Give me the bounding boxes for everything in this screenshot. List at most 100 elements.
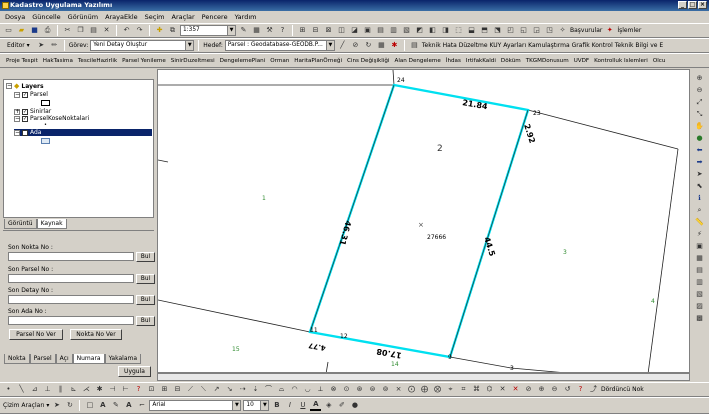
cad-ah-icon[interactable]: ⌗ [458, 384, 469, 395]
cad-h-icon[interactable]: ⊢ [120, 384, 131, 395]
link-grafik-kontrol[interactable]: Grafik Kontrol [572, 42, 613, 49]
cad-p-icon[interactable]: ↘ [224, 384, 235, 395]
undo-icon[interactable]: ↶ [121, 25, 132, 36]
editor-menu[interactable]: Editor ▾ [3, 42, 34, 49]
full-extent-icon[interactable]: ● [695, 133, 705, 143]
new-text-icon[interactable]: A [97, 400, 108, 411]
fixed-zoom-in-icon[interactable]: ⤢ [695, 97, 705, 107]
islemler-menu[interactable]: İşlemler [617, 27, 641, 34]
cad-v-icon[interactable]: ◡ [302, 384, 313, 395]
cad-ak-icon[interactable]: ✕ [497, 384, 508, 395]
print-icon[interactable]: ⎙ [42, 25, 53, 36]
cad-aa-icon[interactable]: ⊜ [367, 384, 378, 395]
cad-a-icon[interactable]: ⊿ [29, 384, 40, 395]
zoom-in-icon[interactable]: ⊕ [695, 73, 705, 83]
collapse-icon[interactable]: − [14, 115, 20, 122]
son-ada-input[interactable] [8, 316, 134, 325]
cad-ap-icon[interactable]: ↺ [562, 384, 573, 395]
basvurular-menu[interactable]: Başvurular [570, 27, 602, 34]
catalog-icon[interactable]: ▦ [251, 25, 262, 36]
tool-b-icon[interactable]: ⊟ [310, 25, 321, 36]
layout-d-icon[interactable]: ▥ [695, 277, 705, 287]
open-icon[interactable]: ▰ [16, 25, 27, 36]
edit-tool-icon[interactable]: ➤ [36, 40, 47, 51]
layer-checkbox[interactable]: ✓ [22, 108, 28, 115]
redo-icon[interactable]: ↷ [134, 25, 145, 36]
line-tool-icon[interactable]: ╱ [337, 40, 348, 51]
layout-f-icon[interactable]: ▨ [695, 301, 705, 311]
cad-s-icon[interactable]: ⌒ [263, 384, 274, 395]
add-data-icon[interactable]: ✚ [154, 25, 165, 36]
hyperlink-icon[interactable]: ⚡ [695, 229, 705, 239]
layout-a-icon[interactable]: ▣ [695, 241, 705, 251]
cad-r-icon[interactable]: ⇣ [250, 384, 261, 395]
cad-x-icon[interactable]: ⊗ [328, 384, 339, 395]
nokta-no-ver-button[interactable]: Nokta No Ver [70, 329, 122, 340]
delete-icon[interactable]: ✕ [101, 25, 112, 36]
cad-aj-icon[interactable]: ⌬ [484, 384, 495, 395]
module-tkgmdonusum[interactable]: TKGMDonusum [526, 58, 569, 64]
copy-icon[interactable]: ❐ [75, 25, 86, 36]
module-tescilehazirlik[interactable]: TescileHazirlik [78, 58, 117, 64]
cad-z-icon[interactable]: ⊛ [354, 384, 365, 395]
son-nokta-input[interactable] [8, 252, 134, 261]
map-canvas[interactable]: 21.84 2.92 46.31 44.5 17.08 4.77 24 23 1… [157, 69, 690, 373]
cad-l-icon[interactable]: ⊟ [172, 384, 183, 395]
menu-arayaekle[interactable]: ArayaEkle [105, 13, 138, 21]
cad-i-icon[interactable]: ? [133, 384, 144, 395]
tool-j-icon[interactable]: ◩ [414, 25, 425, 36]
cad-y-icon[interactable]: ⊙ [341, 384, 352, 395]
layer-checkbox[interactable]: ✓ [22, 91, 28, 98]
cad-an-icon[interactable]: ⊕ [536, 384, 547, 395]
cad-q-icon[interactable]: ⇢ [237, 384, 248, 395]
layout-g-icon[interactable]: ▩ [695, 313, 705, 323]
module-orman[interactable]: Orman [270, 58, 289, 64]
cad-af-icon[interactable]: ⨂ [432, 384, 443, 395]
dorduncu-nokta-label[interactable]: Dördüncü Nok [601, 386, 644, 393]
marker-color-icon[interactable]: ● [349, 400, 360, 411]
collapse-icon[interactable]: − [14, 91, 20, 98]
tab-parsel[interactable]: Parsel [29, 354, 56, 364]
module-haktasima[interactable]: HakTasima [43, 58, 73, 64]
font-combo[interactable]: Arial ▼ [149, 400, 242, 411]
link-teknik-hata[interactable]: Teknik Hata Düzeltme [422, 42, 488, 49]
layer-checkbox[interactable]: ✓ [22, 115, 28, 122]
tab-kaynak[interactable]: Kaynak [36, 219, 67, 229]
identify-icon[interactable]: ℹ [695, 193, 705, 203]
cad-c-icon[interactable]: ∥ [55, 384, 66, 395]
module-olcu[interactable]: Olcu [653, 58, 666, 64]
uygula-button[interactable]: Uygula [118, 366, 151, 377]
module-ihdas[interactable]: İhdas [446, 58, 461, 64]
module-alan-dengeleme[interactable]: Alan Dengeleme [395, 58, 441, 64]
cad-line-icon[interactable]: ╲ [16, 384, 27, 395]
cad-e-icon[interactable]: ⋌ [81, 384, 92, 395]
tab-nokta[interactable]: Nokta [4, 354, 30, 364]
maximize-button[interactable]: □ [688, 1, 697, 9]
toc-layer-parsel[interactable]: − ✓ Parsel [14, 91, 48, 98]
cut-icon[interactable]: ✂ [62, 25, 73, 36]
cad-b-icon[interactable]: ⊥ [42, 384, 53, 395]
layer-checkbox[interactable]: ✓ [22, 129, 28, 136]
magic-wand-icon[interactable]: ✧ [557, 25, 568, 36]
module-irtifakkaldi[interactable]: IrtifakKaldi [466, 58, 496, 64]
toc-layer-sinirlar[interactable]: + ✓ Sinirlar [14, 108, 51, 115]
module-cins-degisikligi[interactable]: Cins Değişikliği [347, 58, 389, 64]
tool-g-icon[interactable]: ▤ [375, 25, 386, 36]
bul-button[interactable]: Bul [136, 316, 155, 326]
link-teknik-bilgi[interactable]: Teknik Bilgi ve E [615, 42, 663, 49]
module-dokum[interactable]: Döküm [501, 58, 521, 64]
cad-g-icon[interactable]: ⊣ [107, 384, 118, 395]
toolbox-icon[interactable]: ⚒ [264, 25, 275, 36]
pan-icon[interactable]: ✋ [695, 121, 705, 131]
menu-guncelle[interactable]: Güncelle [32, 13, 60, 21]
select-elements-icon[interactable]: ⬉ [695, 181, 705, 191]
tool-k-icon[interactable]: ◧ [427, 25, 438, 36]
underline-button[interactable]: U [297, 400, 308, 411]
bul-button[interactable]: Bul [136, 274, 155, 284]
font-color-icon[interactable]: A [310, 400, 322, 411]
line-color-icon[interactable]: ✐ [336, 400, 347, 411]
link-kuy-ayarlari[interactable]: KUY Ayarları [490, 42, 527, 49]
edit-vertices-icon[interactable]: ⌐ [136, 400, 147, 411]
cad-m-icon[interactable]: ⟋ [185, 384, 196, 395]
link-kamulastirma[interactable]: Kamulaştırma [528, 42, 570, 49]
